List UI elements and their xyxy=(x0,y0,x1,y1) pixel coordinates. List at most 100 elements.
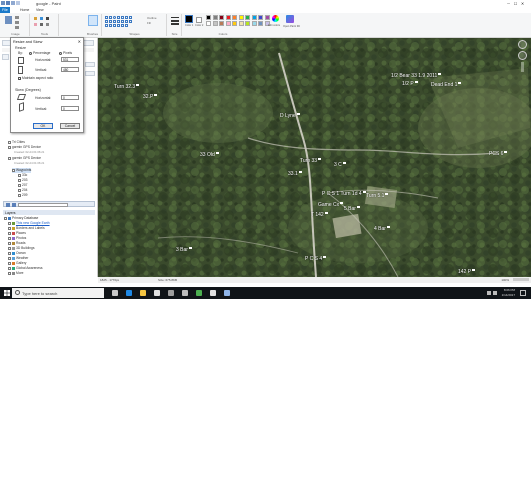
checkbox-icon[interactable] xyxy=(8,221,11,225)
add-place-icon[interactable] xyxy=(6,203,10,207)
palette-color-swatch[interactable] xyxy=(238,15,244,20)
layer-item[interactable]: More xyxy=(8,271,24,276)
places-filter-input[interactable] xyxy=(18,203,68,207)
checkbox-icon[interactable] xyxy=(12,168,15,172)
close-icon[interactable]: ✕ xyxy=(519,1,526,6)
fill-icon[interactable] xyxy=(40,17,43,20)
map-placemark-label[interactable]: 3 Bar xyxy=(176,247,192,253)
select-icon[interactable] xyxy=(5,16,12,24)
magnifier-icon[interactable] xyxy=(46,23,49,26)
palette-color-swatch[interactable] xyxy=(225,21,231,26)
checkbox-icon[interactable] xyxy=(18,188,21,192)
shape-rounded-rectangle-icon[interactable] xyxy=(121,16,124,19)
pixels-radio[interactable]: Pixels xyxy=(59,51,72,55)
eraser-icon[interactable] xyxy=(34,23,37,26)
resize-icon[interactable] xyxy=(15,21,19,24)
undo-icon[interactable] xyxy=(11,1,15,5)
look-around-icon[interactable] xyxy=(518,51,527,60)
palette-color-swatch[interactable] xyxy=(212,15,218,20)
map-placemark-label[interactable]: Dead End 1 xyxy=(431,82,461,88)
zoom-slider[interactable] xyxy=(521,62,524,72)
map-placemark-label[interactable]: Turn 32.3 xyxy=(114,84,139,90)
checkbox-icon[interactable] xyxy=(8,145,11,149)
checkbox-icon[interactable] xyxy=(8,236,11,240)
checkbox-icon[interactable] xyxy=(8,156,11,160)
dialog-close-button[interactable]: ✕ xyxy=(78,39,81,44)
horizontal-input[interactable]: 531 xyxy=(61,57,79,62)
palette-color-swatch[interactable] xyxy=(258,15,263,20)
skew-horizontal-input[interactable]: 0 xyxy=(61,95,79,100)
checkbox-icon[interactable] xyxy=(8,231,11,235)
map-view[interactable]: Turn 32.3 32.P 1/2 Bear 33 1.9 2011 1/2 P De… xyxy=(98,38,531,277)
checkbox-icon[interactable] xyxy=(18,178,21,182)
compass-icon[interactable] xyxy=(518,40,527,49)
mail-icon[interactable] xyxy=(182,290,188,296)
checkbox-icon[interactable] xyxy=(18,173,21,177)
shape-polygon-icon[interactable] xyxy=(125,16,128,19)
outline-option[interactable]: Outline xyxy=(147,16,157,20)
palette-color-swatch[interactable] xyxy=(238,21,244,26)
paint-taskbar-icon[interactable] xyxy=(210,290,216,296)
store-icon[interactable] xyxy=(154,290,160,296)
map-placemark-label[interactable]: 3 C xyxy=(334,162,346,168)
shape-arrow-left-icon[interactable] xyxy=(125,20,128,23)
shape-line-icon[interactable] xyxy=(105,16,108,19)
shape-star-six-icon[interactable] xyxy=(113,24,116,27)
map-placemark-label[interactable]: 1/2 P xyxy=(402,81,418,87)
map-placemark-label[interactable]: 1/2 Bear 33 1.9 2011 xyxy=(391,73,441,79)
map-placemark-label[interactable]: 32.P xyxy=(143,94,157,100)
edge-icon[interactable] xyxy=(126,290,132,296)
add-folder-icon[interactable] xyxy=(12,203,16,207)
maximize-icon[interactable]: ☐ xyxy=(512,1,519,6)
text-icon[interactable] xyxy=(46,17,49,20)
palette-color-swatch[interactable] xyxy=(245,15,250,20)
shape-pentagon-icon[interactable] xyxy=(113,20,116,23)
map-placemark-label[interactable]: P C S 4 xyxy=(305,256,326,262)
photos-taskbar-icon[interactable] xyxy=(224,290,230,296)
places-tree-item[interactable]: 209 xyxy=(18,193,28,198)
map-placemark-label[interactable]: 5 Bar xyxy=(344,206,360,212)
checkbox-icon[interactable] xyxy=(8,256,11,260)
save-icon[interactable] xyxy=(6,1,10,5)
map-placemark-label[interactable]: Turn 33 xyxy=(300,158,321,164)
places-panel-icon[interactable] xyxy=(2,54,9,60)
crop-icon[interactable] xyxy=(15,16,19,19)
map-placemark-label[interactable]: Game Cx xyxy=(318,202,343,208)
zoom-slider[interactable] xyxy=(513,278,529,281)
maintain-aspect-checkbox[interactable]: ✓Maintain aspect ratio xyxy=(18,76,53,80)
task-view-icon[interactable] xyxy=(112,290,118,296)
palette-color-swatch[interactable] xyxy=(251,21,257,26)
palette-color-swatch[interactable] xyxy=(232,21,237,26)
color-picker-icon[interactable] xyxy=(40,23,43,26)
palette-color-swatch[interactable] xyxy=(245,21,250,26)
cancel-button[interactable]: Cancel xyxy=(60,123,80,129)
shape-callout-icon[interactable] xyxy=(117,24,120,27)
pencil-icon[interactable] xyxy=(34,17,37,20)
places-tree-item[interactable]: Created: 02-24 01:06:21 xyxy=(14,161,44,166)
shape-curve-icon[interactable] xyxy=(109,16,112,19)
size-line-icon[interactable] xyxy=(171,20,179,22)
checkbox-icon[interactable] xyxy=(8,251,11,255)
shape-arrow-right-icon[interactable] xyxy=(121,20,124,23)
color-2-swatch[interactable] xyxy=(196,17,202,23)
shape-rectangle-icon[interactable] xyxy=(117,16,120,19)
vertical-input[interactable]: 480 xyxy=(61,67,79,72)
color-1-swatch[interactable] xyxy=(185,15,193,23)
checkbox-icon[interactable] xyxy=(8,266,11,270)
shape-oval-icon[interactable] xyxy=(113,16,116,19)
notification-icon[interactable] xyxy=(520,290,526,296)
checkbox-icon[interactable] xyxy=(18,183,21,187)
map-placemark-label[interactable]: Turn 5.1 xyxy=(366,193,388,199)
volume-icon[interactable] xyxy=(493,291,497,295)
clock[interactable]: 8:06 PM 1/14/2017 xyxy=(502,288,515,297)
search-button[interactable] xyxy=(85,62,95,67)
taskbar-search-box[interactable]: Type here to search xyxy=(12,288,104,298)
shape-right-triangle-icon[interactable] xyxy=(105,20,108,23)
palette-color-swatch[interactable] xyxy=(206,15,211,20)
map-placemark-label[interactable]: D Lyne xyxy=(280,113,300,119)
map-placemark-label[interactable]: 142 P xyxy=(458,269,475,275)
palette-color-swatch[interactable] xyxy=(258,21,263,26)
percentage-radio[interactable]: Percentage xyxy=(29,51,50,55)
shape-lightning-icon[interactable] xyxy=(125,24,128,27)
palette-color-swatch[interactable] xyxy=(232,15,237,20)
